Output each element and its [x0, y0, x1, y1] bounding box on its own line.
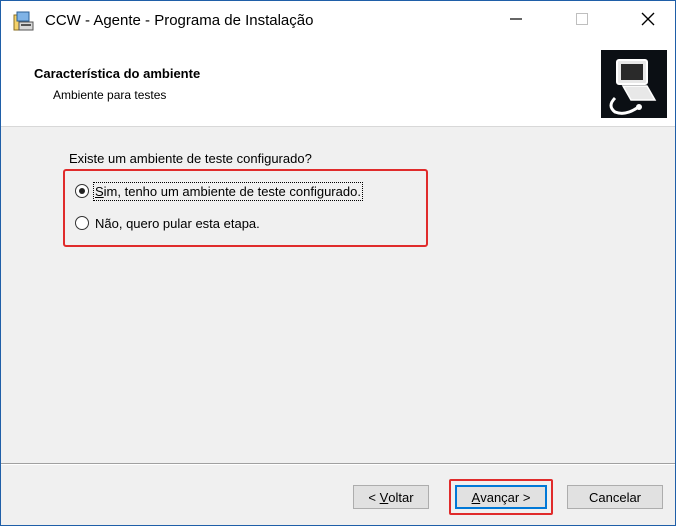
minimize-icon: [510, 18, 522, 20]
maximize-button[interactable]: [559, 1, 605, 37]
page-title: Característica do ambiente: [34, 66, 201, 81]
back-accel: V: [379, 489, 389, 505]
page-subtitle: Ambiente para testes: [53, 88, 167, 102]
window-title: CCW - Agente - Programa de Instalação: [45, 12, 314, 29]
minimize-button[interactable]: [493, 1, 539, 37]
footer-divider: [1, 463, 675, 465]
close-icon: [641, 12, 655, 26]
radio-option-no[interactable]: Não, quero pular esta etapa.: [75, 213, 260, 233]
radio-option-no-label: Não, quero pular esta etapa.: [95, 215, 260, 231]
cancel-button[interactable]: Cancelar: [567, 485, 663, 509]
option-yes-text: im, tenho um ambiente de teste configura…: [103, 183, 361, 199]
question-label: Existe um ambiente de teste configurado?: [69, 151, 312, 166]
installer-window: CCW - Agente - Programa de Instalação Ca…: [0, 0, 676, 526]
radio-option-yes-label: Sim, tenho um ambiente de teste configur…: [93, 181, 363, 201]
back-prefix: <: [368, 489, 380, 505]
close-button[interactable]: [625, 1, 671, 37]
computer-installer-icon: [601, 50, 667, 118]
back-text: oltar: [388, 489, 414, 505]
option-yes-accel: S: [95, 183, 104, 199]
maximize-icon: [576, 13, 588, 25]
back-button[interactable]: < Voltar: [353, 485, 429, 509]
radio-unchecked-icon[interactable]: [75, 216, 89, 230]
title-bar[interactable]: CCW - Agente - Programa de Instalação: [1, 1, 675, 41]
radio-checked-icon[interactable]: [75, 184, 89, 198]
next-text: vançar >: [480, 489, 531, 505]
next-accel: A: [471, 489, 481, 505]
wizard-header: Característica do ambiente Ambiente para…: [1, 41, 675, 127]
next-button[interactable]: Avançar >: [455, 485, 547, 509]
installer-app-icon: [13, 11, 34, 31]
radio-option-yes[interactable]: Sim, tenho um ambiente de teste configur…: [75, 181, 363, 201]
